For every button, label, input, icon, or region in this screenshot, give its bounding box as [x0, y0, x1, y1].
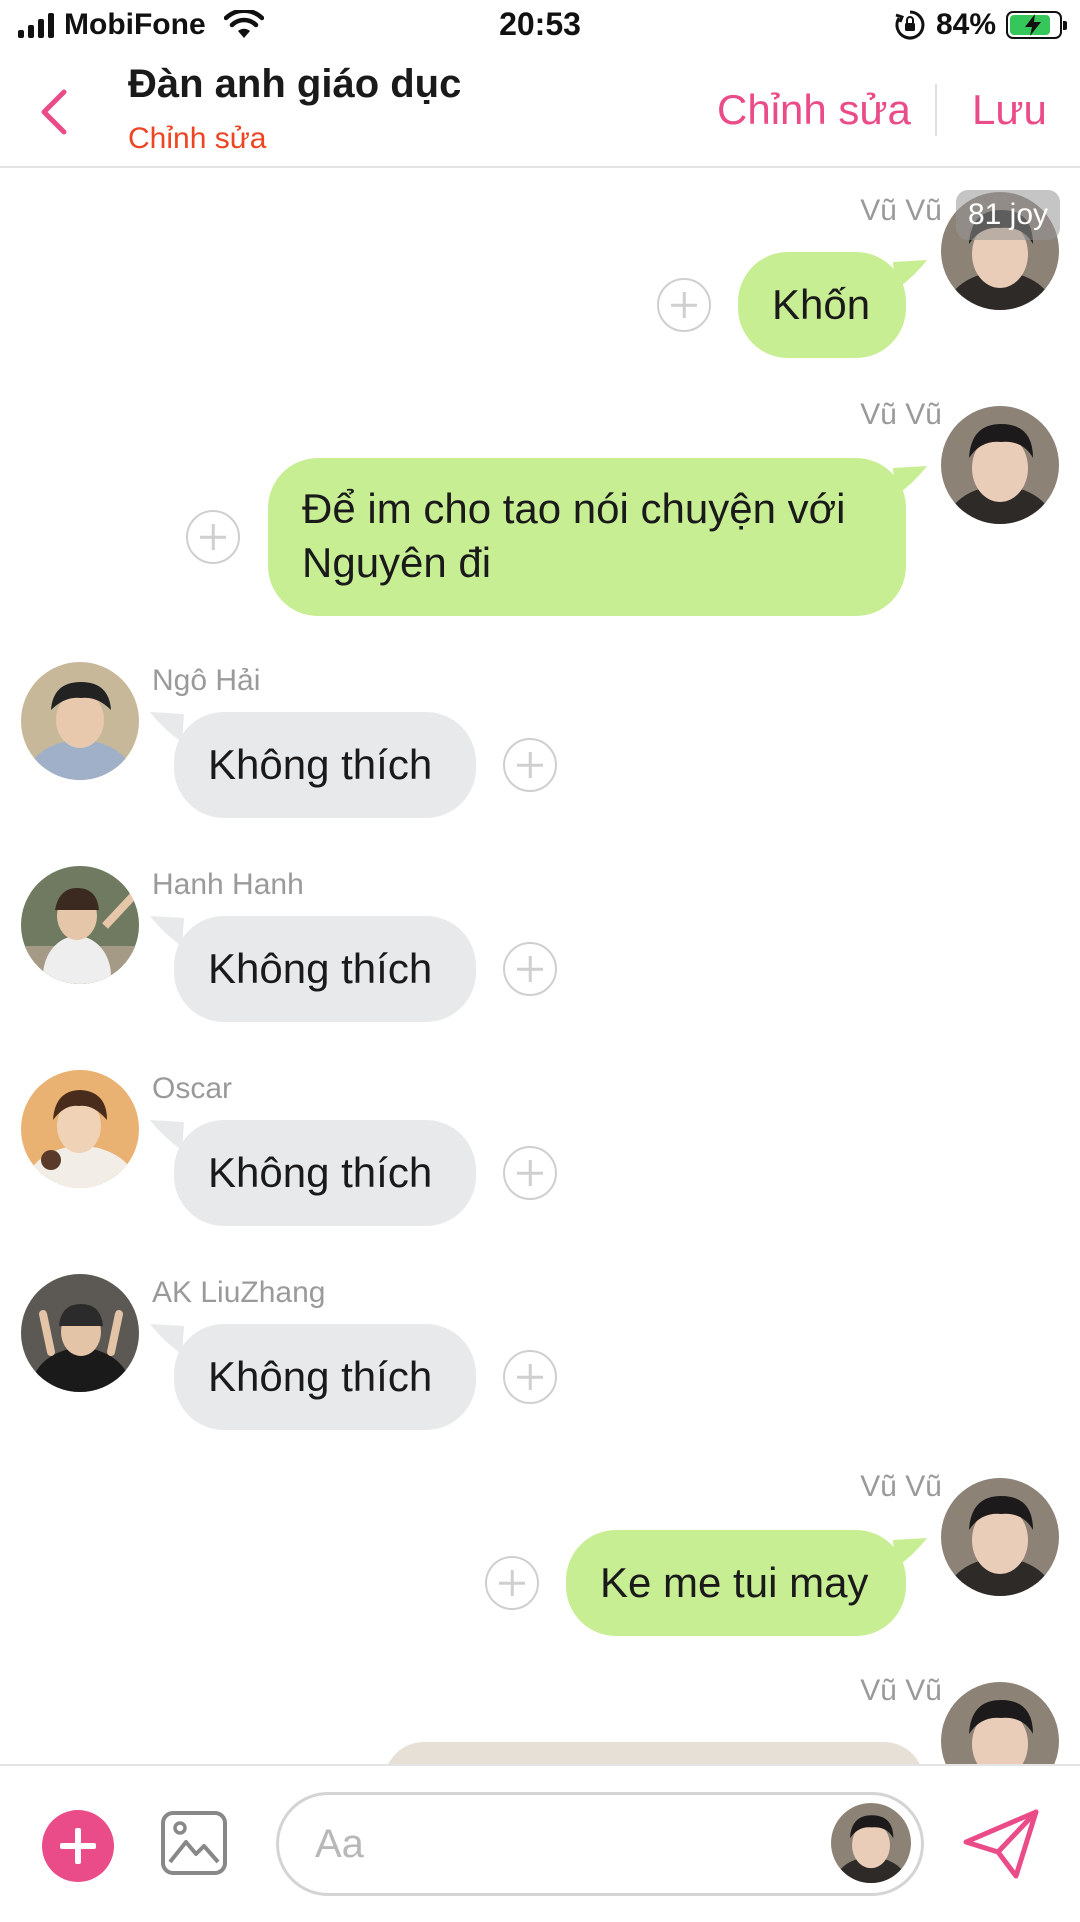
add-reaction-button[interactable] [503, 738, 557, 792]
image-message-preview[interactable] [384, 1742, 924, 1764]
header-divider [935, 84, 937, 136]
avatar[interactable] [941, 1478, 1059, 1596]
sender-name: Vũ Vũ [860, 1674, 942, 1707]
add-button[interactable] [42, 1810, 114, 1882]
sender-name: Hanh Hanh [152, 868, 304, 901]
bubble-tail [893, 1538, 927, 1568]
avatar[interactable] [21, 1070, 139, 1188]
bubble-tail [893, 260, 927, 290]
save-button[interactable]: Lưu [972, 86, 1047, 134]
message-input-wrapper [276, 1792, 924, 1896]
joy-badge: 81 joy [956, 190, 1060, 240]
sender-name: Oscar [152, 1072, 233, 1105]
add-reaction-button[interactable] [657, 278, 711, 332]
chat-header: Đàn anh giáo dục Chỉnh sửa Chỉnh sửa Lưu [0, 56, 1080, 168]
message-bubble-in[interactable]: Không thích [174, 1324, 476, 1430]
sender-name: AK LiuZhang [152, 1276, 326, 1309]
message-bubble-in[interactable]: Không thích [174, 916, 476, 1022]
chat-subtitle-edit-link[interactable]: Chỉnh sửa [128, 122, 267, 156]
add-reaction-button[interactable] [503, 1350, 557, 1404]
chat-title: Đàn anh giáo dục [128, 62, 462, 106]
back-chevron-icon[interactable] [34, 84, 74, 140]
add-reaction-button[interactable] [186, 510, 240, 564]
sender-name: Ngô Hải [152, 664, 261, 697]
battery-icon [1006, 11, 1067, 39]
message-bubble-out[interactable]: Ke me tui may [566, 1530, 906, 1636]
message-bubble-out[interactable]: Để im cho tao nói chuyện với Nguyên đi [268, 458, 906, 616]
bubble-tail [893, 466, 927, 496]
sender-name: Vũ Vũ [860, 1470, 942, 1503]
status-bar: MobiFone 20:53 84% [0, 0, 1080, 56]
sender-name: Vũ Vũ [860, 398, 942, 431]
add-reaction-button[interactable] [485, 1556, 539, 1610]
battery-percent: 84% [935, 8, 996, 41]
avatar[interactable] [21, 662, 139, 780]
avatar[interactable] [941, 1682, 1059, 1764]
avatar[interactable] [21, 866, 139, 984]
rotation-lock-icon [895, 10, 925, 40]
avatar[interactable] [21, 1274, 139, 1392]
avatar[interactable] [941, 406, 1059, 524]
message-list[interactable]: Vũ Vũ 81 joy Khốn Vũ Vũ Để im cho tao nó… [0, 168, 1080, 1764]
message-input[interactable] [313, 1813, 797, 1875]
message-bubble-in[interactable]: Không thích [174, 712, 476, 818]
edit-button[interactable]: Chỉnh sửa [717, 86, 911, 134]
message-bubble-out[interactable]: Khốn [738, 252, 906, 358]
add-reaction-button[interactable] [503, 1146, 557, 1200]
sender-avatar[interactable] [831, 1803, 911, 1883]
send-icon[interactable] [962, 1808, 1040, 1880]
image-icon[interactable] [160, 1810, 228, 1876]
sender-name: Vũ Vũ [860, 194, 942, 227]
composer-bar [0, 1764, 1080, 1922]
charging-bolt-icon [1025, 14, 1041, 36]
status-right: 84% [894, 8, 1067, 42]
message-bubble-in[interactable]: Không thích [174, 1120, 476, 1226]
add-reaction-button[interactable] [503, 942, 557, 996]
